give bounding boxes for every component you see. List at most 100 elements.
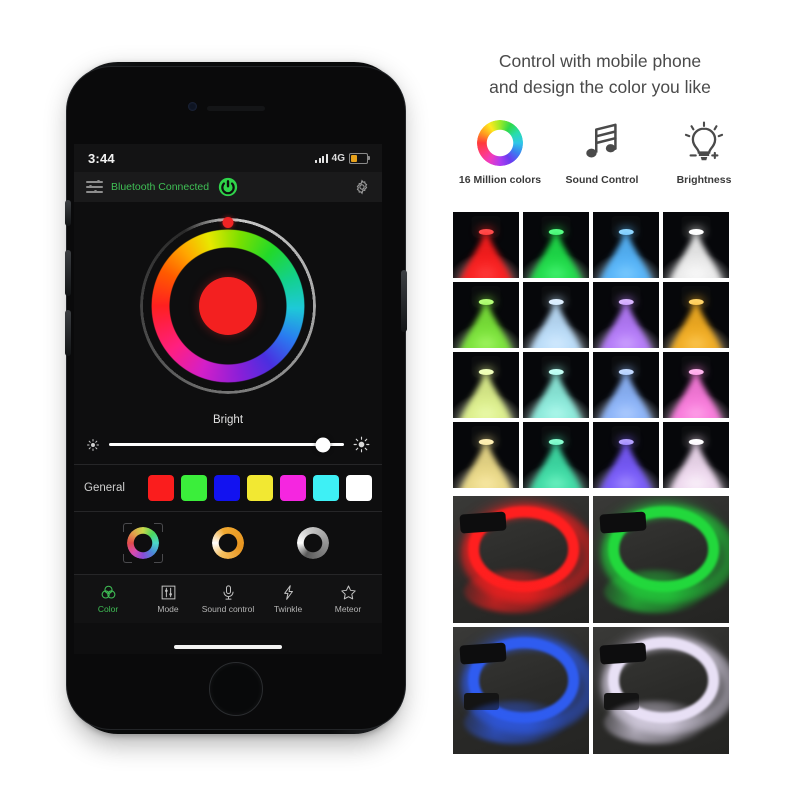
rainbow-ring-icon	[126, 527, 159, 559]
color-swatch-red[interactable]	[148, 475, 174, 501]
earpiece-speaker	[207, 106, 265, 111]
fiber-optic-photo-grid	[453, 496, 729, 755]
beam-glow	[667, 443, 725, 488]
fiber-sparkle-tips	[603, 569, 708, 613]
tab-twinkle-label: Twinkle	[273, 604, 303, 614]
tab-meteor-label: Meteor	[334, 604, 362, 614]
beam-glow	[597, 303, 655, 348]
beam-glow	[457, 443, 515, 488]
tab-mode-label: Mode	[157, 604, 179, 614]
led-photo-cell	[593, 212, 659, 278]
color-swatch-blue[interactable]	[214, 475, 240, 501]
general-label: General	[84, 482, 125, 494]
warm-ring-icon	[211, 527, 244, 559]
tab-color[interactable]: Color	[78, 584, 138, 614]
phone-volume-up-button[interactable]	[65, 250, 71, 296]
power-button-icon[interactable]	[217, 176, 239, 198]
color-swatch-white[interactable]	[346, 475, 372, 501]
star-icon	[340, 584, 357, 601]
tab-sound-control[interactable]: Sound control	[198, 584, 258, 614]
sun-small-icon	[86, 438, 100, 452]
led-photo-cell	[523, 422, 589, 488]
led-photo-cell	[453, 352, 519, 418]
home-button[interactable]	[209, 662, 263, 716]
white-ring-icon	[297, 527, 330, 559]
led-photo-cell	[453, 212, 519, 278]
tab-sound-control-label: Sound control	[201, 604, 255, 614]
led-photo-cell	[593, 282, 659, 348]
beam-glow	[457, 373, 515, 418]
tab-mode[interactable]: Mode	[138, 584, 198, 614]
white-fiber-optic	[593, 627, 729, 755]
status-bar: 3:44 4G	[74, 144, 382, 172]
led-photo-cell	[593, 422, 659, 488]
green-fiber-optic	[593, 496, 729, 624]
color-swatch-green[interactable]	[181, 475, 207, 501]
right-panel: Control with mobile phone and design the…	[430, 0, 800, 800]
beam-glow	[597, 373, 655, 418]
fiber-sparkle-tips	[603, 700, 708, 745]
red-fiber-optic	[453, 496, 589, 624]
light-bulb-icon	[684, 121, 724, 161]
phone-power-button[interactable]	[401, 270, 407, 332]
status-indicators: 4G	[315, 152, 370, 164]
ring-preset-section	[74, 512, 382, 575]
headline-line-1: Control with mobile phone	[498, 51, 702, 71]
selected-color-preview	[199, 277, 257, 335]
led-light-photo-grid	[453, 212, 729, 488]
phone-volume-down-button[interactable]	[65, 310, 71, 356]
feature-sound-control: Sound Control	[554, 118, 650, 186]
headline: Control with mobile phone and design the…	[430, 48, 770, 100]
beam-glow	[457, 233, 515, 278]
poster-canvas: 3:44 4G Bluetooth Connected Bright Gener…	[0, 0, 800, 800]
led-photo-cell	[523, 282, 589, 348]
feature-brightness: Brightness	[656, 118, 752, 186]
music-note-icon	[586, 123, 617, 158]
fiber-sparkle-tips	[463, 569, 568, 613]
phone-screen: 3:44 4G Bluetooth Connected Bright Gener…	[74, 144, 382, 654]
menu-sliders-icon[interactable]	[86, 180, 103, 194]
color-swatch-cyan[interactable]	[313, 475, 339, 501]
phone-mute-switch[interactable]	[65, 200, 71, 226]
preset-white-ring[interactable]	[293, 523, 333, 563]
beam-glow	[527, 373, 585, 418]
preset-rainbow-ring[interactable]	[122, 523, 163, 563]
hue-handle[interactable]	[222, 217, 234, 228]
color-swatch-yellow[interactable]	[247, 475, 273, 501]
bottom-tab-bar: Color Mode Sound control Twinkle Meteor	[74, 575, 382, 623]
tab-meteor[interactable]: Meteor	[318, 584, 378, 614]
led-photo-cell	[663, 282, 729, 348]
fiber-sparkle-tips	[463, 700, 568, 745]
tab-twinkle[interactable]: Twinkle	[258, 584, 318, 614]
fiber-driver-box	[459, 642, 507, 665]
feature-16-million-colors: 16 Million colors	[452, 118, 548, 186]
beam-glow	[527, 303, 585, 348]
beam-glow	[597, 443, 655, 488]
beam-glow	[597, 233, 655, 278]
feature-label: Sound Control	[565, 174, 639, 186]
general-colors-section: General	[74, 465, 382, 512]
feature-label: Brightness	[676, 174, 732, 186]
lightning-bolt-icon	[280, 584, 297, 601]
color-circles-icon	[100, 584, 117, 601]
led-photo-cell	[523, 352, 589, 418]
led-photo-cell	[663, 212, 729, 278]
beam-glow	[667, 373, 725, 418]
fiber-driver-box	[459, 510, 507, 534]
gear-icon[interactable]	[354, 179, 370, 195]
color-wheel-icon	[477, 120, 523, 166]
blue-fiber-optic	[453, 627, 589, 755]
led-photo-cell	[453, 422, 519, 488]
beam-glow	[527, 443, 585, 488]
status-clock: 3:44	[88, 150, 115, 166]
feature-list: 16 Million colors Sound Control Brightne…	[452, 118, 752, 186]
beam-glow	[667, 303, 725, 348]
color-wheel[interactable]	[140, 217, 316, 394]
brightness-slider-handle[interactable]	[315, 437, 331, 452]
fiber-driver-box	[599, 642, 647, 665]
color-swatch-magenta[interactable]	[280, 475, 306, 501]
sliders-square-icon	[160, 584, 177, 601]
beam-glow	[457, 303, 515, 348]
brightness-slider[interactable]	[109, 437, 344, 452]
preset-warm-ring[interactable]	[208, 523, 248, 563]
